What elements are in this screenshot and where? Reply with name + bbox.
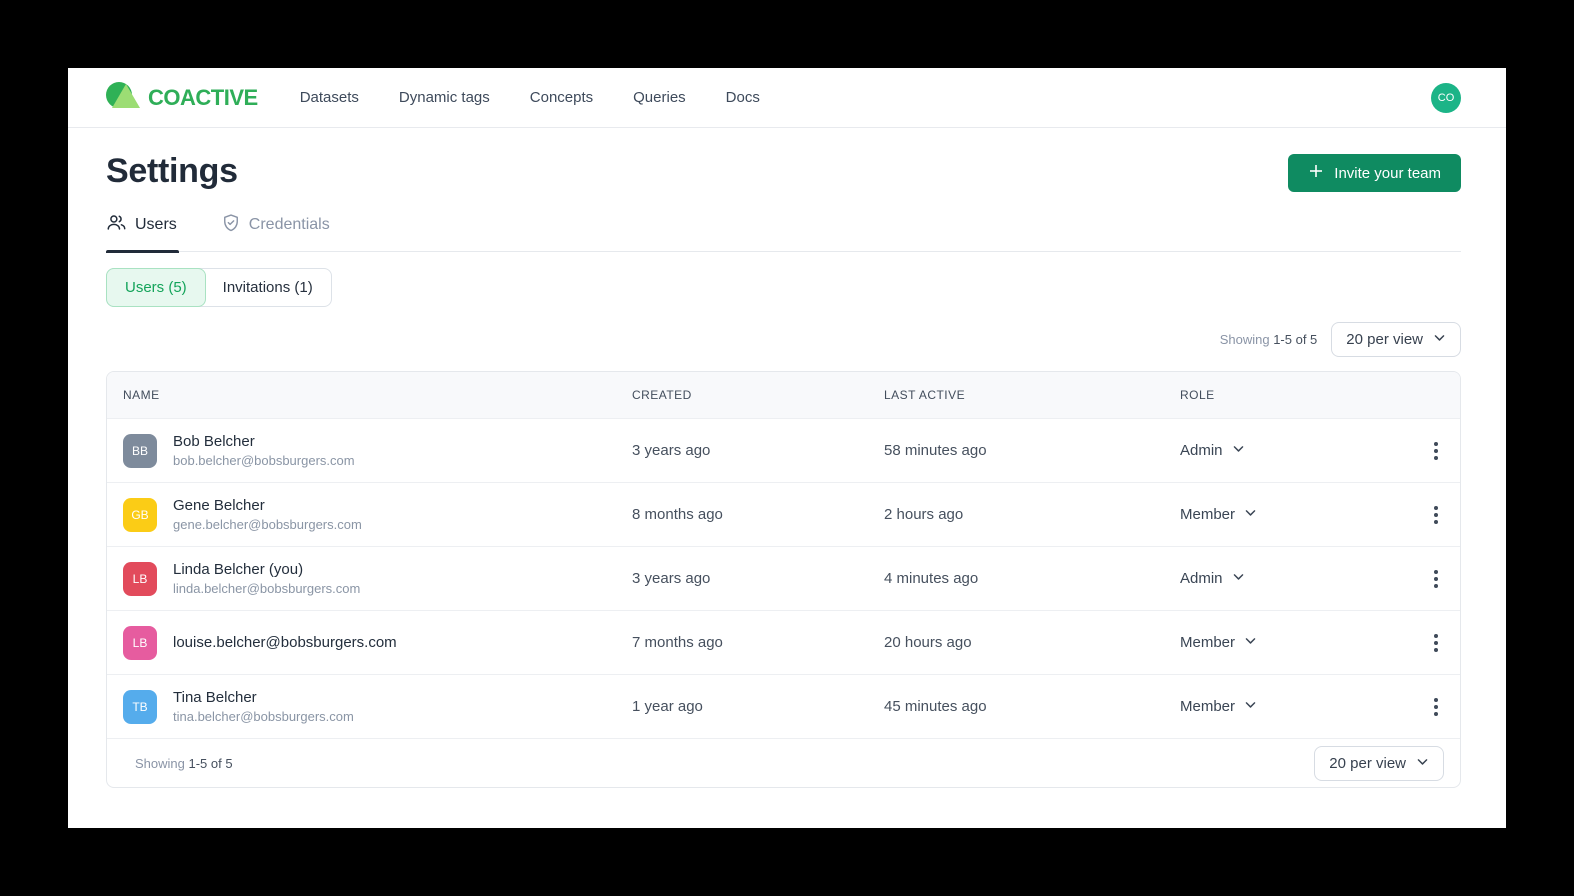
user-name: Gene Belcher — [173, 497, 265, 514]
nav-items: Datasets Dynamic tags Concepts Queries D… — [300, 89, 760, 106]
row-actions-kebab-icon[interactable] — [1428, 628, 1444, 658]
last-active-cell: 2 hours ago — [884, 506, 964, 523]
showing-text: Showing 1-5 of 5 — [135, 755, 233, 771]
top-pagination: Showing 1-5 of 5 20 per view — [106, 322, 1461, 357]
profile-avatar[interactable]: CO — [1431, 82, 1461, 113]
column-role: ROLE — [1180, 388, 1215, 402]
user-name: Tina Belcher — [173, 689, 257, 706]
created-cell: 1 year ago — [632, 698, 703, 715]
showing-text: Showing 1-5 of 5 — [1219, 332, 1318, 347]
table-row: TB Tina Belcher tina.belcher@bobsburgers… — [107, 674, 1460, 738]
last-active-cell: 4 minutes ago — [884, 570, 979, 587]
user-email: linda.belcher@bobsburgers.com — [173, 581, 361, 596]
row-actions-kebab-icon[interactable] — [1428, 436, 1444, 466]
top-nav: COACTIVE Datasets Dynamic tags Concepts … — [68, 68, 1506, 128]
page-title: Settings — [106, 152, 238, 190]
user-cell: GB Gene Belcher gene.belcher@bobsburgers… — [123, 497, 632, 532]
user-cell: LB louise.belcher@bobsburgers.com — [123, 625, 632, 660]
user-cell: BB Bob Belcher bob.belcher@bobsburgers.c… — [123, 433, 632, 468]
chevron-down-icon — [1433, 331, 1446, 348]
column-name: NAME — [123, 388, 160, 402]
main-content: Settings Invite your team Users Credenti… — [68, 128, 1506, 788]
table-row: BB Bob Belcher bob.belcher@bobsburgers.c… — [107, 418, 1460, 482]
shield-check-icon — [221, 213, 241, 238]
user-cell: TB Tina Belcher tina.belcher@bobsburgers… — [123, 689, 632, 724]
column-last-active: LAST ACTIVE — [884, 388, 966, 402]
invite-your-team-button[interactable]: Invite your team — [1288, 154, 1461, 192]
chevron-down-icon — [1232, 570, 1245, 587]
chevron-down-icon — [1244, 698, 1257, 715]
tab-users-label: Users — [135, 216, 177, 233]
role-dropdown[interactable]: Member — [1180, 506, 1396, 523]
app-window: COACTIVE Datasets Dynamic tags Concepts … — [68, 68, 1506, 828]
tab-users[interactable]: Users — [106, 206, 179, 253]
last-active-cell: 58 minutes ago — [884, 442, 987, 459]
created-cell: 8 months ago — [632, 506, 723, 523]
user-cell: LB Linda Belcher (you) linda.belcher@bob… — [123, 561, 632, 596]
avatar: GB — [123, 497, 157, 532]
per-view-dropdown-footer[interactable]: 20 per view — [1314, 745, 1444, 781]
table-row: LB Linda Belcher (you) linda.belcher@bob… — [107, 546, 1460, 610]
table-body: BB Bob Belcher bob.belcher@bobsburgers.c… — [107, 418, 1460, 738]
user-filter-group: Users (5) Invitations (1) — [106, 268, 332, 307]
tab-credentials[interactable]: Credentials — [221, 206, 332, 251]
avatar: LB — [123, 625, 157, 660]
users-table: NAME CREATED LAST ACTIVE ROLE BB Bob Bel… — [106, 371, 1461, 788]
table-header: NAME CREATED LAST ACTIVE ROLE — [107, 372, 1460, 418]
chevron-down-icon — [1232, 442, 1245, 459]
filter-invitations[interactable]: Invitations (1) — [205, 269, 331, 306]
nav-item-queries[interactable]: Queries — [633, 89, 686, 106]
coactive-logo-icon — [106, 81, 140, 114]
table-footer: Showing 1-5 of 5 20 per view — [107, 738, 1460, 787]
tab-credentials-label: Credentials — [248, 216, 330, 233]
user-name: Bob Belcher — [173, 433, 255, 450]
nav-item-dynamic-tags[interactable]: Dynamic tags — [399, 89, 490, 106]
chevron-down-icon — [1244, 634, 1257, 651]
nav-item-datasets[interactable]: Datasets — [300, 89, 359, 106]
created-cell: 3 years ago — [632, 442, 711, 459]
user-email: gene.belcher@bobsburgers.com — [173, 517, 362, 532]
role-dropdown[interactable]: Admin — [1180, 442, 1396, 459]
avatar: TB — [123, 689, 157, 724]
row-actions-kebab-icon[interactable] — [1428, 500, 1444, 530]
role-dropdown[interactable]: Admin — [1180, 570, 1396, 587]
per-view-dropdown[interactable]: 20 per view — [1331, 322, 1461, 357]
created-cell: 7 months ago — [632, 634, 723, 651]
chevron-down-icon — [1244, 506, 1257, 523]
user-email: tina.belcher@bobsburgers.com — [173, 709, 354, 724]
filter-users[interactable]: Users (5) — [106, 268, 206, 307]
nav-item-concepts[interactable]: Concepts — [530, 89, 593, 106]
brand-name: COACTIVE — [148, 84, 258, 110]
row-actions-kebab-icon[interactable] — [1428, 692, 1444, 722]
coactive-logo[interactable]: COACTIVE — [106, 81, 258, 114]
users-icon — [106, 212, 127, 238]
avatar: LB — [123, 561, 157, 596]
chevron-down-icon — [1416, 755, 1429, 772]
last-active-cell: 20 hours ago — [884, 634, 972, 651]
plus-icon — [1308, 163, 1324, 183]
role-dropdown[interactable]: Member — [1180, 634, 1396, 651]
user-name: Linda Belcher (you) — [173, 561, 304, 578]
role-dropdown[interactable]: Member — [1180, 698, 1396, 715]
settings-tabs: Users Credentials — [106, 206, 1461, 253]
created-cell: 3 years ago — [632, 570, 711, 587]
table-row: GB Gene Belcher gene.belcher@bobsburgers… — [107, 482, 1460, 546]
last-active-cell: 45 minutes ago — [884, 698, 987, 715]
column-created: CREATED — [632, 388, 692, 402]
user-email: bob.belcher@bobsburgers.com — [173, 453, 355, 468]
user-name: louise.belcher@bobsburgers.com — [173, 634, 397, 651]
avatar: BB — [123, 433, 157, 468]
row-actions-kebab-icon[interactable] — [1428, 564, 1444, 594]
table-row: LB louise.belcher@bobsburgers.com 7 mont… — [107, 610, 1460, 674]
nav-item-docs[interactable]: Docs — [726, 89, 760, 106]
